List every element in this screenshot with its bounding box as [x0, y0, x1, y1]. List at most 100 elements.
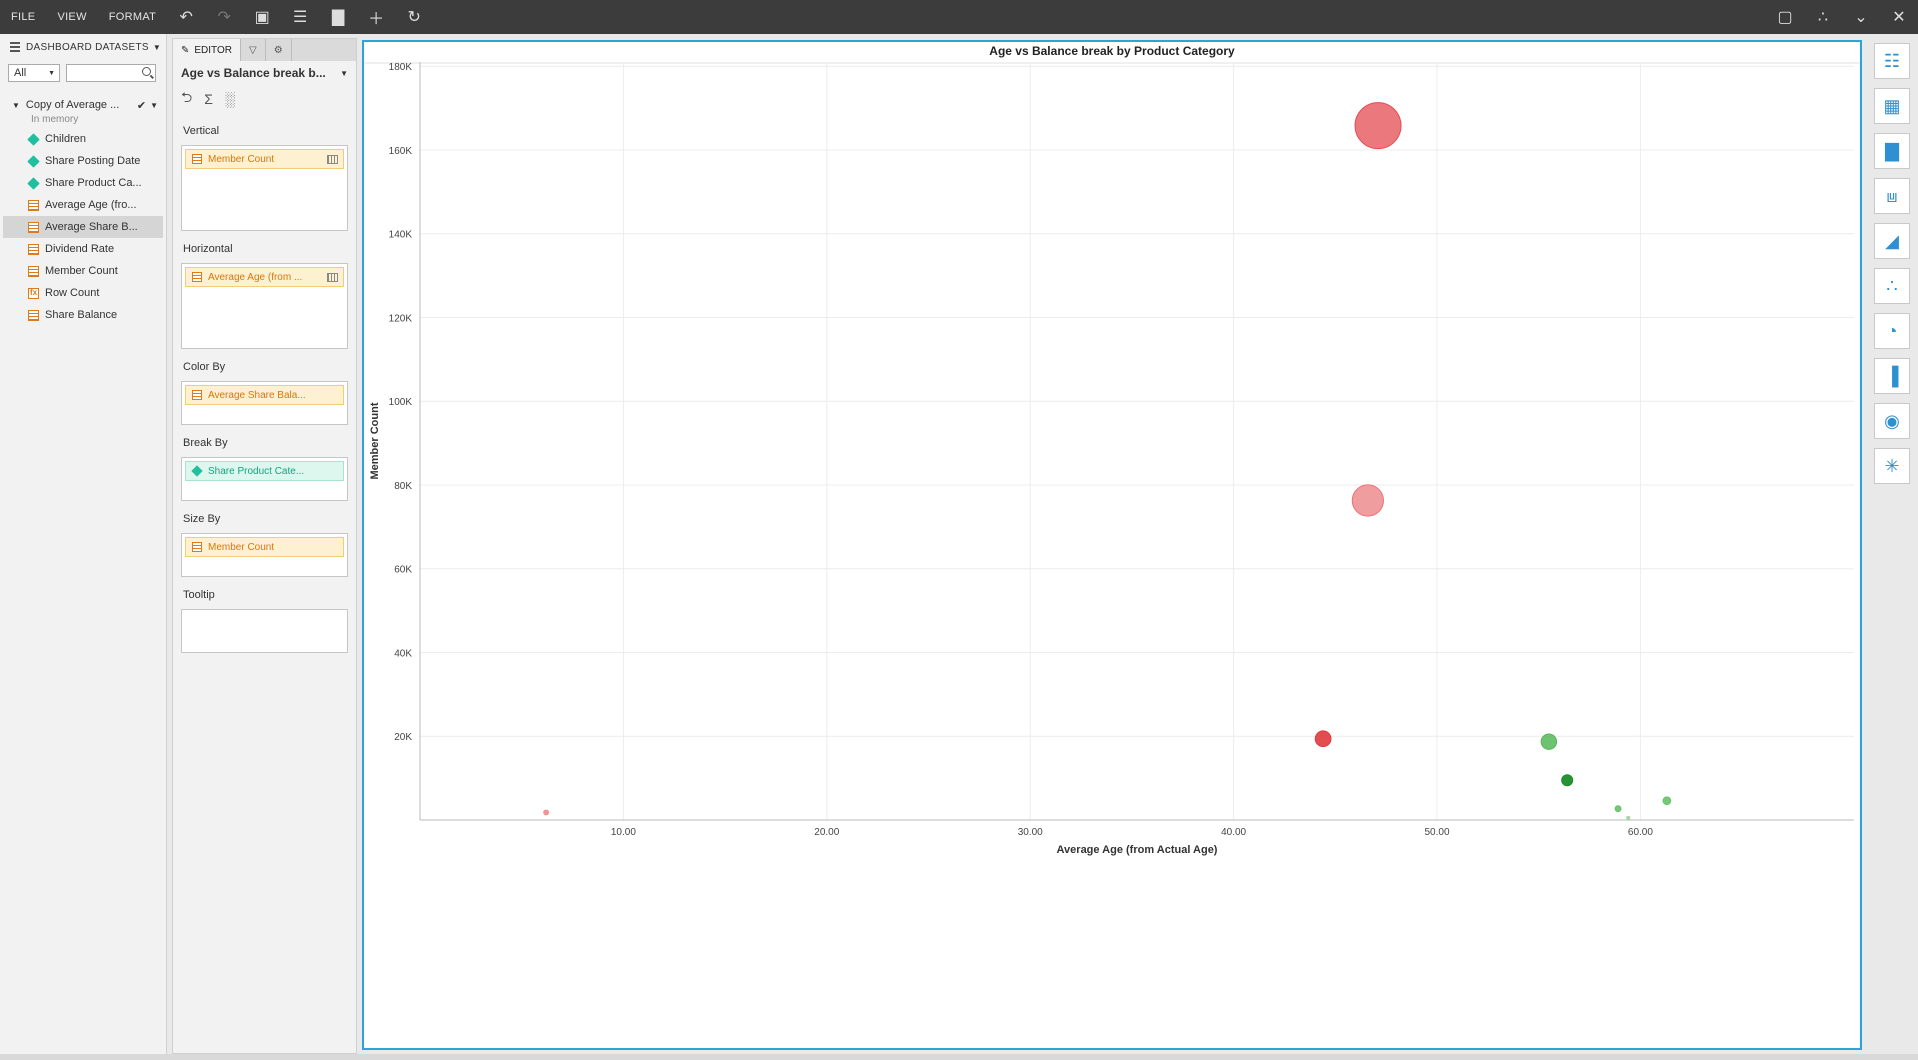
- shelf-size-label: Size By: [183, 513, 221, 525]
- scatter-point[interactable]: [1540, 733, 1558, 750]
- pie-visual-icon[interactable]: ◔: [1874, 313, 1910, 349]
- add-chart-icon[interactable]: ▇: [319, 0, 357, 34]
- scatter-point[interactable]: [1354, 102, 1402, 150]
- dimension-icon: [27, 154, 40, 168]
- tab-filter[interactable]: ▽: [241, 39, 266, 61]
- x-tick-label: 30.00: [1018, 827, 1043, 838]
- field-item[interactable]: Share Posting Date: [3, 150, 163, 172]
- visual-title-select[interactable]: Age vs Balance break b... ▼: [173, 61, 356, 85]
- refresh-icon[interactable]: ↻: [395, 0, 433, 34]
- status-strip: [0, 1054, 1918, 1060]
- scatter-point[interactable]: [1662, 796, 1672, 806]
- area-chart-visual-icon[interactable]: ◢: [1874, 223, 1910, 259]
- x-tick-label: 40.00: [1221, 827, 1246, 838]
- collapse-icon[interactable]: ⌄: [1842, 0, 1880, 34]
- field-label: Dividend Rate: [45, 243, 115, 255]
- datasets-header[interactable]: DASHBOARD DATASETS ▼: [0, 34, 166, 60]
- shelf-vertical[interactable]: Member Count: [181, 145, 348, 231]
- line-chart-visual-icon[interactable]: ⩏: [1874, 178, 1910, 214]
- scatter-point[interactable]: [543, 809, 550, 816]
- shelf-break-label: Break By: [183, 437, 228, 449]
- present-icon[interactable]: ▢: [1766, 0, 1804, 34]
- swap-axes-icon[interactable]: ⮌: [181, 87, 192, 111]
- scatter-point[interactable]: [1614, 805, 1622, 813]
- y-tick-label: 140K: [389, 230, 413, 241]
- pill-horizontal[interactable]: Average Age (from ...: [185, 267, 344, 287]
- dataset-node[interactable]: ▼ Copy of Average ... ✔ ▼: [0, 96, 166, 114]
- shelf-break[interactable]: Share Product Cate...: [181, 457, 348, 501]
- tab-settings[interactable]: ⚙: [266, 39, 292, 61]
- filter-select[interactable]: All ▼: [8, 64, 60, 82]
- pill-size[interactable]: Member Count: [185, 537, 344, 557]
- save-icon[interactable]: ▣: [243, 0, 281, 34]
- field-item[interactable]: Member Count: [3, 260, 163, 282]
- redo-icon[interactable]: ↷: [205, 0, 243, 34]
- pill-break[interactable]: Share Product Cate...: [185, 461, 344, 481]
- field-search-input[interactable]: [66, 64, 156, 82]
- menu-view[interactable]: VIEW: [46, 11, 97, 23]
- menu-format[interactable]: FORMAT: [98, 11, 167, 23]
- add-dataset-icon[interactable]: ☰: [281, 0, 319, 34]
- scatter-point[interactable]: [1626, 815, 1631, 820]
- gear-icon: ⚙: [273, 44, 283, 56]
- pill-vertical[interactable]: Member Count: [185, 149, 344, 169]
- sigma-icon[interactable]: Σ: [204, 91, 213, 107]
- visual-gallery: ☷ ▦ ▇ ⩏ ◢ ∴ ◔ ▐ ◉ ✳: [1866, 38, 1918, 1054]
- field-label: Member Count: [45, 265, 118, 277]
- y-tick-label: 80K: [394, 481, 412, 492]
- measure-icon: [192, 390, 202, 400]
- shelf-tooltip[interactable]: [181, 609, 348, 653]
- shelf-color[interactable]: Average Share Bala...: [181, 381, 348, 425]
- field-list: Children Share Posting Date Share Product …: [0, 128, 166, 326]
- visual-title: Age vs Balance break b...: [181, 66, 326, 80]
- y-tick-label: 60K: [394, 565, 412, 576]
- share-icon[interactable]: ∴: [1804, 0, 1842, 34]
- combo-visual-icon[interactable]: ▐: [1874, 358, 1910, 394]
- y-tick-label: 180K: [389, 62, 413, 73]
- scatter-chart[interactable]: Age vs Balance break by Product Category…: [364, 42, 1860, 1048]
- table-visual-icon[interactable]: ☷: [1874, 43, 1910, 79]
- chart-title: Age vs Balance break by Product Category: [989, 44, 1235, 58]
- dimension-icon: [27, 176, 40, 190]
- dimension-icon: [191, 465, 203, 477]
- caret-down-icon[interactable]: ▼: [150, 101, 158, 110]
- field-item[interactable]: Children: [3, 128, 163, 150]
- crosstab-visual-icon[interactable]: ▦: [1874, 88, 1910, 124]
- field-label: Average Share B...: [45, 221, 138, 233]
- database-icon: [10, 42, 20, 52]
- dataset-status: In memory: [31, 114, 79, 125]
- aggregation-icon[interactable]: [327, 154, 338, 164]
- pill-label: Member Count: [208, 541, 275, 553]
- pill-color[interactable]: Average Share Bala...: [185, 385, 344, 405]
- field-item[interactable]: Share Balance: [3, 304, 163, 326]
- aggregation-icon[interactable]: [327, 272, 338, 282]
- pill-label: Average Share Bala...: [208, 389, 306, 401]
- shelf-size[interactable]: Member Count: [181, 533, 348, 577]
- tab-editor[interactable]: ✎ EDITOR: [173, 39, 241, 61]
- bar-chart-visual-icon[interactable]: ▇: [1874, 133, 1910, 169]
- add-icon[interactable]: ＋: [357, 0, 395, 34]
- map-visual-icon[interactable]: ◉: [1874, 403, 1910, 439]
- check-icon[interactable]: ✔: [137, 99, 146, 112]
- measure-icon: [28, 199, 39, 211]
- shelf-horizontal[interactable]: Average Age (from ...: [181, 263, 348, 349]
- caret-down-icon: ▼: [48, 69, 55, 77]
- field-item[interactable]: Dividend Rate: [3, 238, 163, 260]
- field-item[interactable]: Average Age (fro...: [3, 194, 163, 216]
- chart-canvas[interactable]: Age vs Balance break by Product Category…: [362, 40, 1862, 1050]
- scatter-visual-icon[interactable]: ∴: [1874, 268, 1910, 304]
- expand-triangle-icon[interactable]: ▼: [12, 101, 20, 110]
- scatter-point[interactable]: [1561, 774, 1574, 787]
- field-item[interactable]: fx Row Count: [3, 282, 163, 304]
- menu-file[interactable]: FILE: [0, 11, 46, 23]
- x-tick-label: 50.00: [1425, 827, 1450, 838]
- field-item[interactable]: Share Product Ca...: [3, 172, 163, 194]
- scatter-point[interactable]: [1314, 730, 1332, 748]
- network-visual-icon[interactable]: ✳: [1874, 448, 1910, 484]
- close-icon[interactable]: ✕: [1880, 0, 1918, 34]
- field-label: Share Posting Date: [45, 155, 141, 167]
- undo-icon[interactable]: ↶: [167, 0, 205, 34]
- scatter-point[interactable]: [1351, 484, 1384, 517]
- chart-options-icon[interactable]: ░: [225, 91, 235, 107]
- field-item[interactable]: Average Share B...: [3, 216, 163, 238]
